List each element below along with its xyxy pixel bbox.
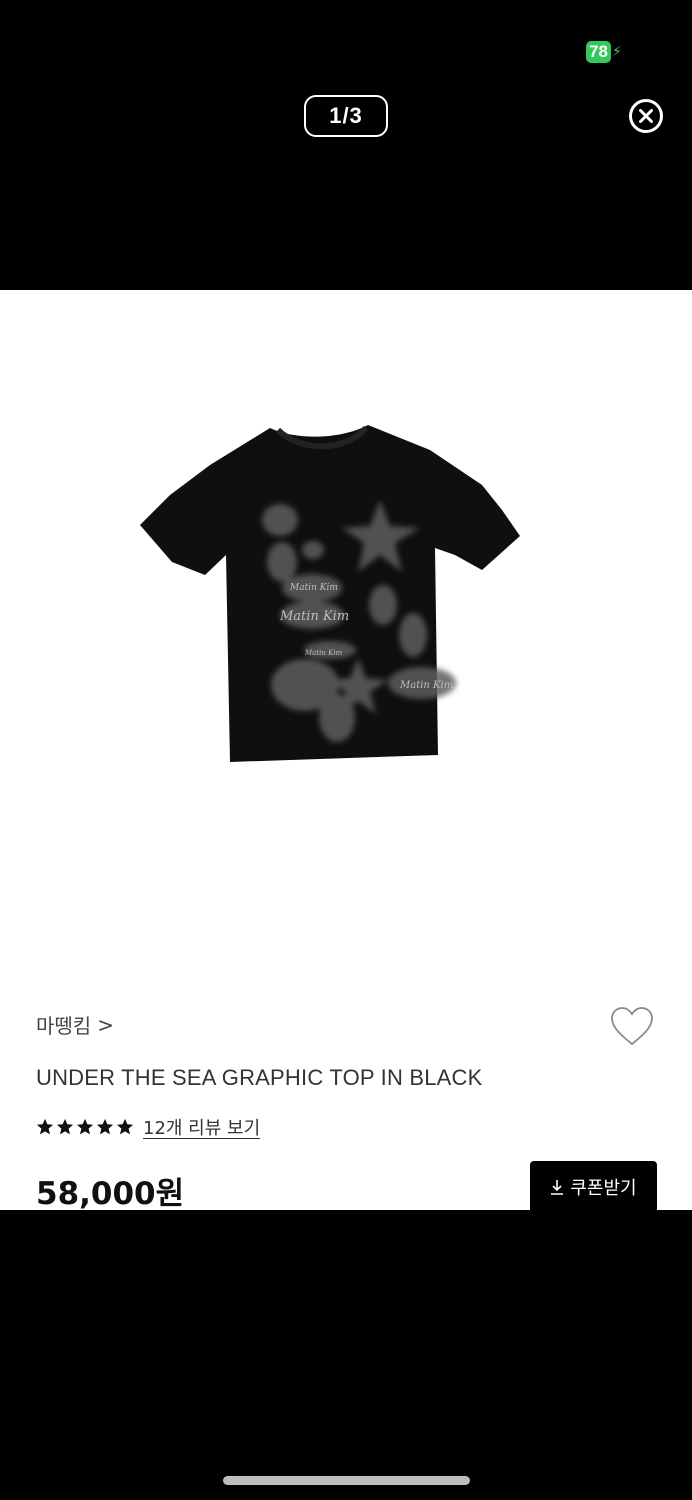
brand-name: 마뗑킴 xyxy=(36,1014,92,1038)
star-icon xyxy=(76,1118,94,1135)
download-icon xyxy=(551,1180,564,1195)
star-icon xyxy=(96,1118,114,1135)
svg-text:Matin Kim: Matin Kim xyxy=(279,609,349,624)
heart-outline-icon[interactable] xyxy=(610,1006,654,1048)
rating-stars xyxy=(36,1118,134,1136)
review-link[interactable]: 12개 리뷰 보기 xyxy=(143,1114,260,1140)
brand-link[interactable]: 마뗑킴 > xyxy=(36,1010,114,1039)
svg-text:Matin Kim: Matin Kim xyxy=(289,583,338,593)
product-card: Matin Kim Matin Kim Matin Kim Matin Kim … xyxy=(0,290,692,1210)
battery-indicator: 78 ⚡ xyxy=(586,41,622,63)
rating-row: 12개 리뷰 보기 xyxy=(36,1114,260,1140)
close-icon[interactable] xyxy=(628,98,664,134)
coupon-button-label: 쿠폰받기 xyxy=(570,1178,637,1199)
svg-text:Matin Kim: Matin Kim xyxy=(304,649,343,657)
svg-text:Matin Kim: Matin Kim xyxy=(399,680,453,691)
chevron-right-icon: > xyxy=(97,1012,114,1037)
product-image[interactable]: Matin Kim Matin Kim Matin Kim Matin Kim xyxy=(130,410,562,790)
charging-bolt-icon: ⚡ xyxy=(611,44,622,60)
star-icon xyxy=(56,1118,74,1135)
product-title: UNDER THE SEA GRAPHIC TOP IN BLACK xyxy=(36,1065,483,1090)
product-price: 58,000원 xyxy=(36,1176,185,1210)
coupon-button[interactable]: 쿠폰받기 xyxy=(530,1161,657,1210)
home-indicator[interactable] xyxy=(223,1476,470,1485)
image-page-counter: 1/3 xyxy=(304,95,388,137)
star-icon xyxy=(116,1118,134,1135)
battery-level: 78 xyxy=(586,41,611,63)
star-icon xyxy=(36,1118,54,1135)
